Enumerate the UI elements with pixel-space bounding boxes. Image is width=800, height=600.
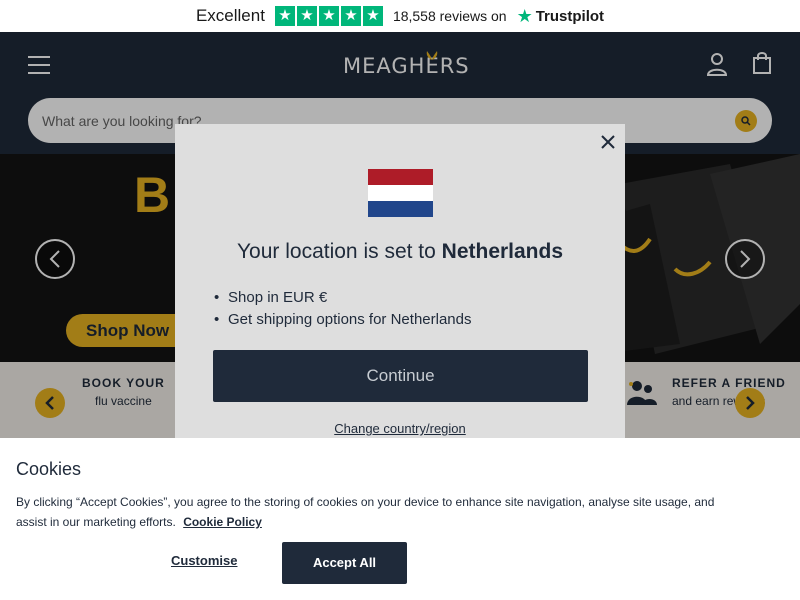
list-item: Shop in EUR € (214, 287, 471, 309)
trustpilot-brand-text: Trustpilot (535, 7, 605, 25)
trustpilot-star-icon: ★ (516, 5, 533, 26)
location-benefits-list: Shop in EUR € Get shipping options for N… (214, 287, 472, 331)
star-icon: ★ (274, 6, 295, 26)
star-icon: ★ (318, 6, 339, 26)
cookie-banner: Cookies By clicking “Accept Cookies”, yo… (0, 438, 800, 600)
cookie-title: Cookies (16, 459, 82, 479)
star-icon: ★ (362, 6, 383, 26)
cookie-description: By clicking “Accept Cookies”, you agree … (16, 492, 736, 532)
trustpilot-review-count: 18,558 reviews on (392, 8, 507, 24)
cookie-policy-link[interactable]: Cookie Policy (183, 515, 262, 529)
trustpilot-rating-word: Excellent (195, 6, 265, 25)
close-button[interactable] (599, 133, 617, 151)
list-item: Get shipping options for Netherlands (214, 309, 472, 331)
star-icon: ★ (296, 6, 317, 26)
netherlands-flag-icon (368, 169, 433, 217)
accept-all-button[interactable]: Accept All (282, 542, 407, 584)
trustpilot-stars: ★ ★ ★ ★ ★ (274, 6, 383, 26)
close-icon (601, 135, 615, 149)
customise-button[interactable]: Customise (171, 553, 237, 568)
location-heading-prefix: Your location is set to (236, 240, 436, 263)
cookie-text: By clicking “Accept Cookies”, you agree … (16, 495, 715, 529)
trustpilot-logo: ★ Trustpilot (517, 6, 604, 27)
location-heading: Your location is set to Netherlands (175, 240, 625, 264)
trustpilot-bar[interactable]: Excellent ★ ★ ★ ★ ★ 18,558 reviews on ★ … (0, 0, 800, 32)
change-country-link[interactable]: Change country/region (175, 421, 625, 436)
location-modal: Your location is set to Netherlands Shop… (175, 124, 625, 438)
star-icon: ★ (340, 6, 361, 26)
location-country: Netherlands (441, 240, 564, 263)
continue-button[interactable]: Continue (213, 350, 588, 402)
